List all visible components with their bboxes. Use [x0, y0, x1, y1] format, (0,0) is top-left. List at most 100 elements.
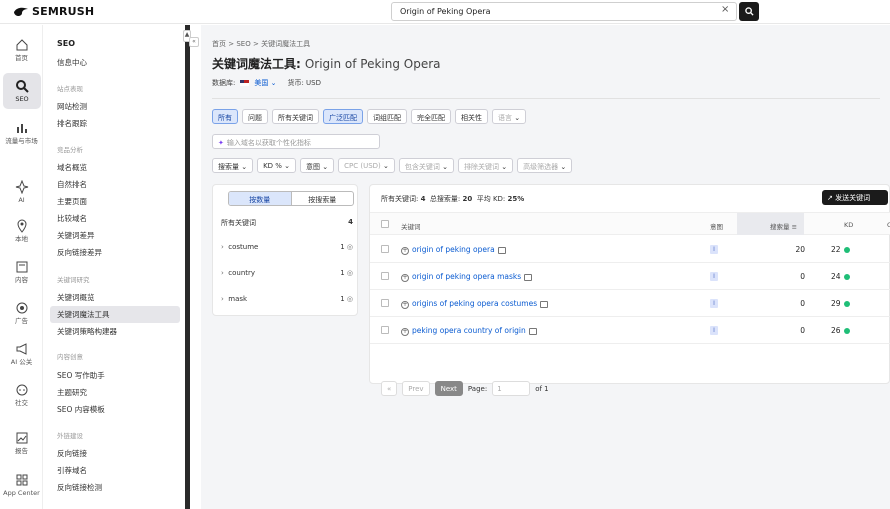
- rail-reports[interactable]: 报告: [0, 431, 43, 455]
- eye-icon[interactable]: ◎: [347, 243, 353, 251]
- filter-kd[interactable]: KD % ⌄: [257, 158, 297, 173]
- breadcrumb-home[interactable]: 首页: [212, 40, 226, 48]
- clear-search-icon[interactable]: ×: [721, 4, 729, 15]
- semrush-logo[interactable]: SEMRUSH: [13, 5, 94, 18]
- rail-ai[interactable]: AI: [0, 180, 43, 204]
- sort-by-volume[interactable]: 按搜索量: [292, 192, 354, 205]
- group-item[interactable]: › country 1 ◎: [221, 269, 353, 277]
- send-keywords-button[interactable]: ↗ 发送关键词: [822, 190, 888, 205]
- menu-item-keyword-magic-tool[interactable]: 关键词魔法工具: [50, 306, 180, 323]
- filter-bar: 搜索量 ⌄ KD % ⌄ 意图 ⌄ CPC (USD) ⌄ 包含关键词 ⌄ 排除…: [212, 158, 573, 173]
- eye-icon[interactable]: ◎: [347, 269, 353, 277]
- header-volume[interactable]: 搜索量 ≡: [770, 221, 797, 231]
- menu-item-compare-domains[interactable]: 比较域名: [57, 213, 87, 224]
- volume-value: 0: [800, 326, 805, 335]
- rail-local[interactable]: 本地: [0, 219, 43, 243]
- tab-all-keywords[interactable]: 所有关键词: [272, 109, 319, 124]
- tab-all[interactable]: 所有: [212, 109, 238, 124]
- filter-advanced[interactable]: 高级筛选器 ⌄: [517, 158, 573, 173]
- add-keyword-icon[interactable]: +: [401, 274, 409, 282]
- keyword-link[interactable]: + origin of peking opera masks: [401, 272, 533, 282]
- menu-item-top-pages[interactable]: 主要页面: [57, 196, 87, 207]
- database-select[interactable]: 美国 ⌄: [254, 78, 276, 88]
- serp-icon[interactable]: [528, 327, 537, 335]
- filter-exclude-keywords[interactable]: 排除关键词 ⌄: [458, 158, 514, 173]
- breadcrumb-seo[interactable]: SEO: [236, 40, 250, 48]
- add-keyword-icon[interactable]: +: [401, 301, 409, 309]
- rail-pr[interactable]: AI 公关: [0, 342, 43, 366]
- page-number-input[interactable]: 1: [492, 381, 531, 396]
- serp-icon[interactable]: [524, 273, 533, 281]
- tab-questions[interactable]: 问题: [242, 109, 268, 124]
- row-checkbox[interactable]: [381, 272, 389, 280]
- group-all-keywords[interactable]: 所有关键词 4: [221, 218, 353, 228]
- menu-item-referring-domains[interactable]: 引荐域名: [57, 465, 87, 476]
- serp-icon[interactable]: [497, 246, 506, 254]
- kd-dot-icon: [843, 301, 850, 307]
- main-content: 首页 > SEO > 关键词魔法工具 关键词魔法工具: Origin of Pek…: [201, 25, 890, 509]
- group-item[interactable]: › mask 1 ◎: [221, 295, 353, 303]
- breadcrumb-separator: >: [228, 40, 235, 48]
- eye-icon[interactable]: ◎: [347, 295, 353, 303]
- prev-page-button[interactable]: Prev: [402, 381, 430, 396]
- personalized-domain-input[interactable]: ✦ 输入域名以获取个性化指标: [212, 134, 380, 149]
- rail-social[interactable]: 社交: [0, 383, 43, 407]
- menu-item-keyword-strategy[interactable]: 关键词策略构建器: [57, 326, 117, 337]
- menu-divider[interactable]: [185, 25, 190, 509]
- menu-item-backlink-gap[interactable]: 反向链接差异: [57, 247, 102, 258]
- sort-by-count[interactable]: 按数量: [229, 192, 292, 205]
- rail-ads[interactable]: 广告: [0, 301, 43, 325]
- kd-dot-icon: [843, 274, 850, 280]
- menu-item-rank-tracking[interactable]: 排名跟踪: [57, 118, 87, 129]
- search-button[interactable]: [739, 2, 759, 21]
- filter-intent[interactable]: 意图 ⌄: [300, 158, 335, 173]
- rail-app-center[interactable]: App Center: [0, 473, 43, 497]
- filter-volume[interactable]: 搜索量 ⌄: [212, 158, 254, 173]
- menu-item-backlink-audit[interactable]: 反向链接检测: [57, 482, 102, 493]
- menu-item-keyword-gap[interactable]: 关键词差异: [57, 230, 95, 241]
- menu-item-site-audit[interactable]: 网站检测: [57, 101, 87, 112]
- menu-section: 外链建设: [57, 432, 83, 440]
- select-all-checkbox[interactable]: [381, 220, 389, 228]
- filter-include-keywords[interactable]: 包含关键词 ⌄: [398, 158, 454, 173]
- search-input[interactable]: Origin of Peking Opera: [391, 2, 737, 21]
- keyword-link[interactable]: + origins of peking opera costumes: [401, 299, 549, 309]
- rail-home[interactable]: 首页: [0, 38, 43, 62]
- menu-item-domain-overview[interactable]: 域名概览: [57, 162, 87, 173]
- sparkle-icon: ✦: [218, 139, 224, 147]
- rail-content[interactable]: 内容: [0, 260, 43, 284]
- collapse-sidebar-button[interactable]: «: [189, 37, 199, 47]
- keyword-link[interactable]: + origin of peking opera: [401, 245, 506, 255]
- row-checkbox[interactable]: [381, 299, 389, 307]
- tab-related[interactable]: 相关性: [455, 109, 488, 124]
- header-kd[interactable]: KD: [844, 221, 853, 229]
- serp-icon[interactable]: [540, 300, 549, 308]
- group-item[interactable]: › costume 1 ◎: [221, 243, 353, 251]
- header-keyword[interactable]: 关键词: [401, 221, 421, 231]
- menu-item-seo-template[interactable]: SEO 内容模板: [57, 404, 105, 415]
- language-dropdown[interactable]: 语言 ⌄: [492, 109, 527, 124]
- next-page-button[interactable]: Next: [434, 381, 463, 396]
- tab-broad-match[interactable]: 广泛匹配: [323, 109, 363, 124]
- menu-item-backlinks[interactable]: 反向链接: [57, 448, 87, 459]
- add-keyword-icon[interactable]: +: [401, 328, 409, 336]
- row-checkbox[interactable]: [381, 245, 389, 253]
- menu-item-organic-rankings[interactable]: 自然排名: [57, 179, 87, 190]
- filter-cpc[interactable]: CPC (USD) ⌄: [338, 158, 395, 173]
- menu-item-keyword-overview[interactable]: 关键词概览: [57, 292, 95, 303]
- rail-seo[interactable]: SEO: [3, 73, 41, 109]
- menu-item-dashboard[interactable]: 信息中心: [57, 57, 87, 68]
- rail-traffic[interactable]: 流量与市场: [0, 121, 43, 145]
- menu-item-seo-writing[interactable]: SEO 写作助手: [57, 370, 105, 381]
- keyword-link[interactable]: + peking opera country of origin: [401, 326, 537, 336]
- tab-phrase-match[interactable]: 词组匹配: [367, 109, 407, 124]
- group-count: 4: [348, 218, 353, 226]
- first-page-button[interactable]: «: [381, 381, 398, 396]
- filter-label: KD %: [263, 162, 282, 170]
- rail-label: 本地: [15, 235, 28, 243]
- add-keyword-icon[interactable]: +: [401, 247, 409, 255]
- tab-exact-match[interactable]: 完全匹配: [411, 109, 451, 124]
- row-checkbox[interactable]: [381, 326, 389, 334]
- header-intent[interactable]: 意图: [710, 221, 723, 231]
- menu-item-topic-research[interactable]: 主题研究: [57, 387, 87, 398]
